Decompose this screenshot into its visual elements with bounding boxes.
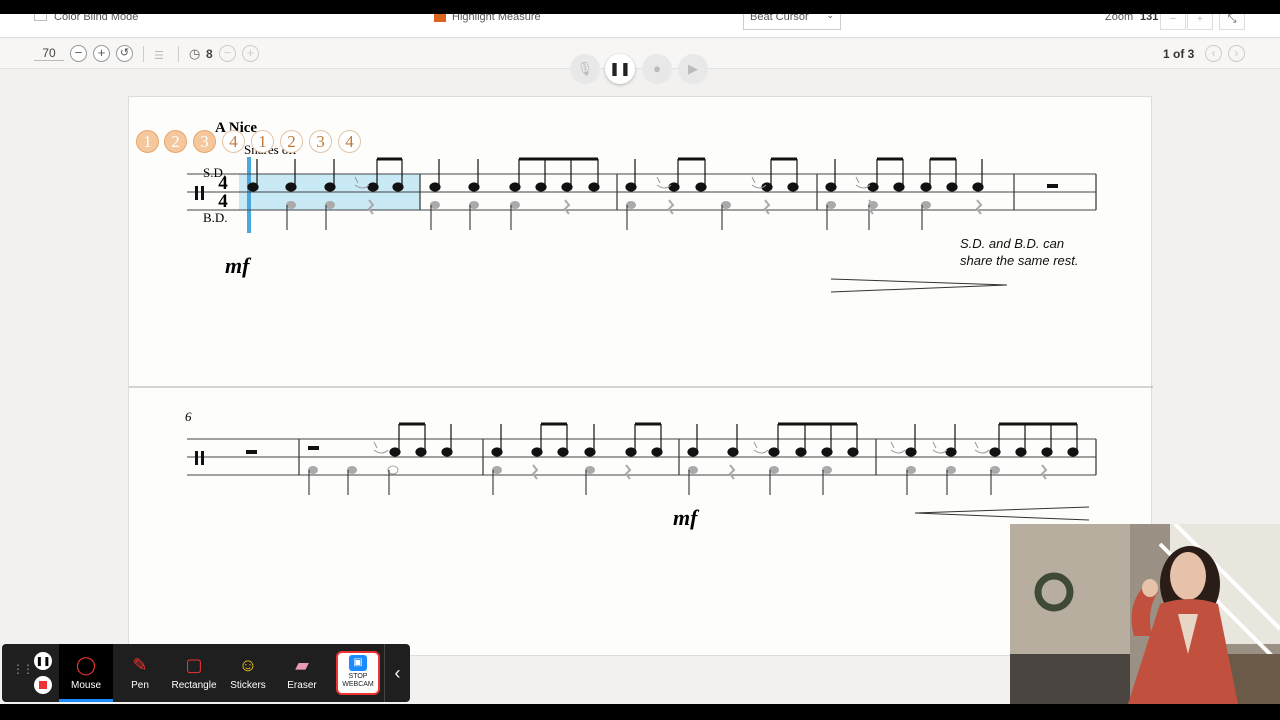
tool-label: Mouse [70, 680, 101, 691]
dynamic-mf-2: mf [673, 505, 700, 530]
beat-cursor [247, 157, 251, 233]
color-blind-checkbox[interactable] [34, 14, 47, 21]
decrescendo-hairpin [830, 278, 1008, 293]
rest-note-line-2: share the same rest. [960, 253, 1079, 268]
pen-icon: ✎ [132, 655, 148, 675]
tempo-plus-button[interactable]: + [93, 45, 110, 62]
beat-count: 2 [280, 130, 303, 153]
beat-count: 3 [309, 130, 332, 153]
webcam-icon: ▣ [349, 655, 367, 671]
divider [178, 46, 179, 62]
zoom-value: 131 [1140, 14, 1159, 23]
collapse-toolbar-button[interactable]: ‹ [384, 644, 410, 702]
sticker-face-icon: ☺ [238, 655, 258, 675]
chevron-down-icon: ⌄ [826, 14, 834, 20]
mouse-cursor-icon: ◯ [75, 655, 97, 675]
beat-count: 1 [251, 130, 274, 153]
next-page-button[interactable]: › [1228, 45, 1245, 62]
countoff-value: 8 [206, 47, 213, 61]
zoom-out-button[interactable]: − [1160, 14, 1186, 30]
zoom-label: Zoom [1105, 14, 1134, 23]
settings-lines-icon[interactable]: ☰ [154, 49, 164, 62]
tempo-input[interactable]: 70 [34, 46, 64, 61]
beat-count: 1 [136, 130, 159, 153]
page-indicator: 1 of 3 [1163, 47, 1195, 61]
eraser-tool[interactable]: ▰ Eraser [275, 644, 329, 702]
staff-lines-2 [187, 438, 1096, 476]
drawing-toolbar: ⋮⋮ ❚❚ ◯ Mouse ✎ Pen ▢ Rectangle ☺ Sticke… [2, 644, 410, 702]
stop-webcam-line-1: STOP [348, 673, 368, 680]
reset-tempo-icon[interactable]: ↺ [116, 45, 133, 62]
quarter-rests-2 [531, 464, 1048, 480]
beat-count: 3 [193, 130, 216, 153]
pause-recording-button[interactable]: ❚❚ [34, 652, 52, 670]
stop-webcam-line-2: WEBCAM [342, 681, 374, 688]
percussion-clef-2 [195, 451, 204, 465]
beat-count: 2 [164, 130, 187, 153]
highlight-measure-checkbox[interactable] [434, 14, 446, 22]
record-button[interactable]: ● [642, 54, 672, 84]
mouse-tool[interactable]: ◯ Mouse [59, 644, 113, 702]
rest-note-line-1: S.D. and B.D. can [960, 236, 1064, 251]
stop-webcam-button[interactable]: ▣ STOP WEBCAM [336, 651, 380, 695]
time-signature-bottom: 4 [218, 191, 228, 212]
countoff-minus-button[interactable]: − [219, 45, 236, 62]
tempo-minus-button[interactable]: − [70, 45, 87, 62]
rectangle-tool[interactable]: ▢ Rectangle [167, 644, 221, 702]
options-bar: Color Blind Mode Highlight Measure Beat … [0, 14, 1280, 38]
color-blind-label: Color Blind Mode [54, 14, 139, 23]
fullscreen-icon[interactable]: ⤡ [1219, 14, 1245, 30]
stickers-tool[interactable]: ☺ Stickers [221, 644, 275, 702]
tool-label: Stickers [230, 680, 266, 691]
forward-button[interactable]: ▶ [678, 54, 708, 84]
pen-tool[interactable]: ✎ Pen [113, 644, 167, 702]
cursor-select-value: Beat Cursor [750, 14, 809, 23]
snare-notes-system-2 [246, 422, 1079, 457]
sheet-music-page: 4 4 S.D. B.D. Snares off A Nice [128, 96, 1153, 656]
quarter-rests [367, 199, 983, 215]
drag-handle-icon[interactable]: ⋮⋮ [12, 663, 34, 675]
zoom-in-button[interactable]: + [1187, 14, 1213, 30]
highlight-measure-label: Highlight Measure [452, 14, 541, 23]
beat-count: 4 [338, 130, 361, 153]
bass-notes-system-2 [308, 465, 1000, 495]
grace-notes-2 [373, 441, 990, 454]
dynamic-mf: mf [225, 253, 252, 278]
measure-number: 6 [185, 409, 192, 424]
tool-label: Eraser [287, 680, 317, 691]
tool-label: Pen [131, 680, 149, 691]
eraser-icon: ▰ [295, 655, 309, 675]
divider [143, 46, 144, 62]
snare-drum-label: S.D. [203, 165, 226, 180]
pause-button[interactable]: ❚❚ [605, 54, 635, 84]
crescendo-hairpin [914, 506, 1090, 521]
webcam-overlay [1010, 524, 1280, 704]
percussion-clef [195, 186, 204, 200]
tool-label: Rectangle [171, 680, 217, 691]
countoff-plus-button[interactable]: + [242, 45, 259, 62]
stop-recording-button[interactable] [34, 676, 52, 694]
cursor-select[interactable]: Beat Cursor ⌄ [743, 14, 841, 30]
rectangle-icon: ▢ [185, 655, 203, 675]
webcam-video [1010, 524, 1280, 704]
score-notation: 4 4 S.D. B.D. Snares off A Nice [129, 120, 1153, 530]
clock-icon: ◷ [189, 46, 201, 61]
beat-count: 4 [222, 130, 245, 153]
practice-toolbar: 70 − + ↺ ☰ ◷ 8 − + 1 of 3 ‹ › [0, 39, 1280, 69]
bass-drum-label: B.D. [203, 210, 228, 225]
prev-page-button[interactable]: ‹ [1205, 45, 1222, 62]
microphone-icon[interactable]: 🎙 [570, 54, 600, 84]
